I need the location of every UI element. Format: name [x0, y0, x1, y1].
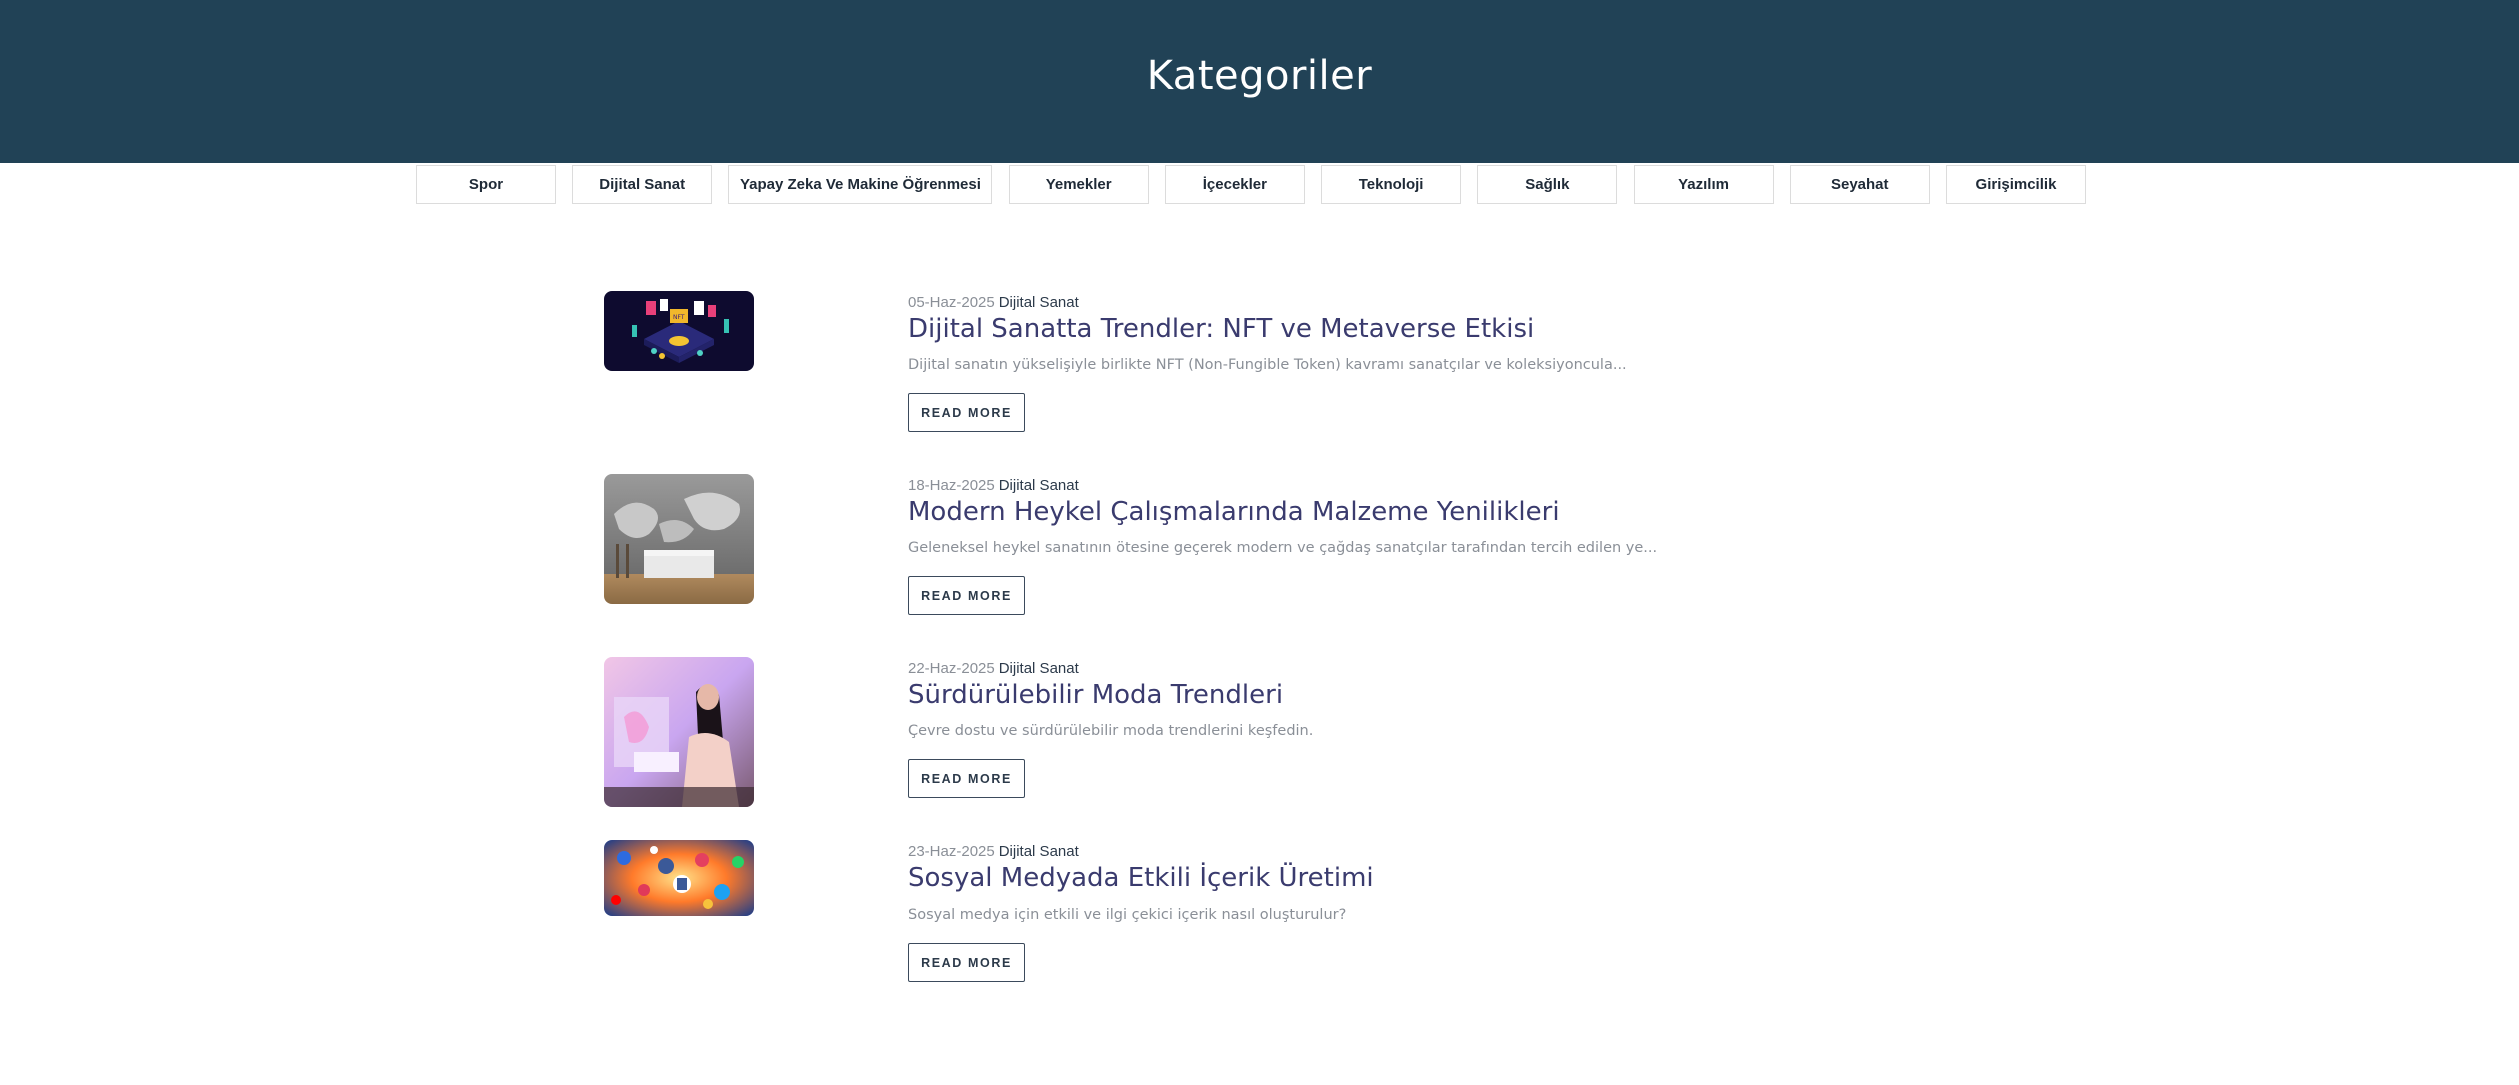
post-meta: 05-Haz-2025 Dijital Sanat [908, 294, 1079, 311]
post-excerpt: Çevre dostu ve sürdürülebilir moda trend… [908, 723, 1314, 739]
read-more-button[interactable]: READ MORE [908, 576, 1025, 615]
post-thumbnail[interactable] [604, 474, 754, 604]
post-meta: 23-Haz-2025 Dijital Sanat [908, 843, 1079, 860]
category-button-yemekler[interactable]: Yemekler [1008, 165, 1149, 204]
post-date: 22-Haz-2025 [908, 660, 995, 677]
post-category-link[interactable]: Dijital Sanat [999, 294, 1079, 311]
category-button-spor[interactable]: Spor [416, 165, 556, 204]
post-title[interactable]: Sürdürülebilir Moda Trendleri [908, 680, 1283, 710]
category-button-saglik[interactable]: Sağlık [1477, 165, 1618, 204]
category-button-yapay-zeka[interactable]: Yapay Zeka Ve Makine Öğrenmesi [728, 165, 993, 204]
page-title: Kategoriler [1146, 52, 1373, 99]
post-meta: 22-Haz-2025 Dijital Sanat [908, 660, 1079, 677]
post-date: 05-Haz-2025 [908, 294, 995, 311]
category-button-dijital-sanat[interactable]: Dijital Sanat [572, 165, 713, 204]
read-more-button[interactable]: READ MORE [908, 943, 1025, 982]
post-title[interactable]: Modern Heykel Çalışmalarında Malzeme Yen… [908, 497, 1560, 527]
post-title[interactable]: Dijital Sanatta Trendler: NFT ve Metaver… [908, 314, 1534, 344]
category-button-icecekler[interactable]: İçecekler [1164, 165, 1305, 204]
social-media-image [604, 840, 754, 916]
post-category-link[interactable]: Dijital Sanat [999, 843, 1079, 860]
post-title[interactable]: Sosyal Medyada Etkili İçerik Üretimi [908, 863, 1374, 893]
post-excerpt: Geleneksel heykel sanatının ötesine geçe… [908, 540, 1658, 556]
category-button-girisimcilik[interactable]: Girişimcilik [1945, 165, 2086, 204]
post-category-link[interactable]: Dijital Sanat [999, 477, 1079, 494]
fashion-woman-image [604, 657, 754, 807]
post-meta: 18-Haz-2025 Dijital Sanat [908, 477, 1079, 494]
category-button-teknoloji[interactable]: Teknoloji [1321, 165, 1462, 204]
post-thumbnail[interactable] [604, 840, 754, 916]
nft-illustration-image: NFT [604, 291, 754, 371]
svg-text:NFT: NFT [673, 314, 685, 321]
category-button-yazilim[interactable]: Yazılım [1633, 165, 1774, 204]
post-excerpt: Sosyal medya için etkili ve ilgi çekici … [908, 907, 1347, 923]
post-date: 18-Haz-2025 [908, 477, 995, 494]
post-thumbnail[interactable] [604, 657, 754, 807]
post-date: 23-Haz-2025 [908, 843, 995, 860]
category-bar: Spor Dijital Sanat Yapay Zeka Ve Makine … [416, 165, 2086, 204]
sculpture-relief-image [604, 474, 754, 604]
post-excerpt: Dijital sanatın yükselişiyle birlikte NF… [908, 357, 1627, 373]
post-thumbnail[interactable]: NFT [604, 291, 754, 371]
read-more-button[interactable]: READ MORE [908, 393, 1025, 432]
category-button-seyahat[interactable]: Seyahat [1789, 165, 1930, 204]
read-more-button[interactable]: READ MORE [908, 759, 1025, 798]
page-header: Kategoriler [0, 0, 2519, 163]
post-category-link[interactable]: Dijital Sanat [999, 660, 1079, 677]
